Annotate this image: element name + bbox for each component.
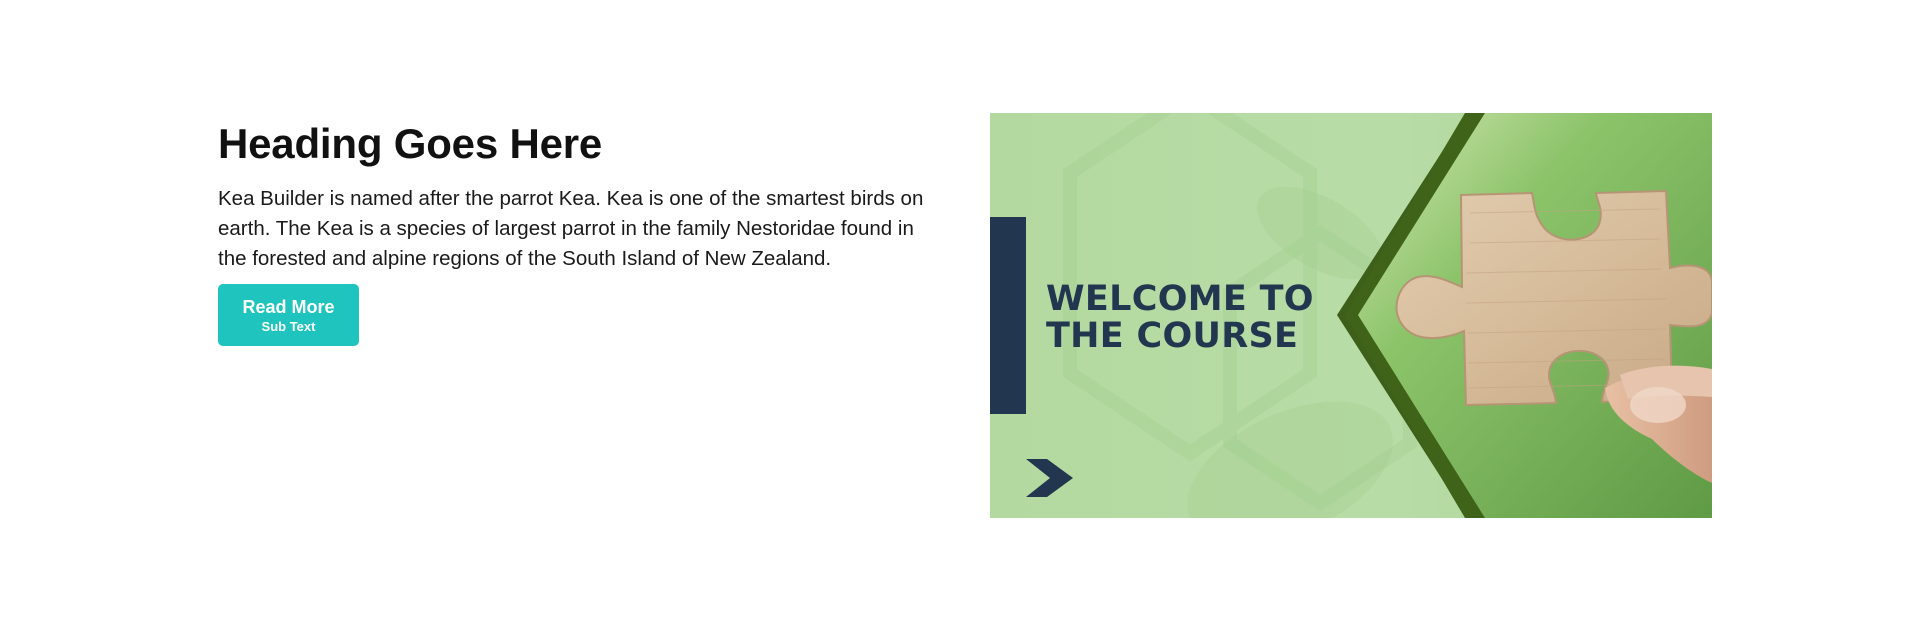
navy-accent-bar: [990, 217, 1026, 414]
banner-title-line1: WELCOME TO: [1046, 279, 1314, 319]
banner-title: WELCOME TO THE COURSE: [1046, 281, 1314, 355]
course-banner-image: WELCOME TO THE COURSE: [990, 113, 1712, 518]
content-section: Heading Goes Here Kea Builder is named a…: [0, 0, 1920, 642]
read-more-sublabel: Sub Text: [261, 318, 316, 334]
section-heading: Heading Goes Here: [218, 120, 603, 167]
chevron-right-icon: [1026, 459, 1073, 497]
read-more-label: Read More: [242, 296, 335, 317]
text-column: Heading Goes Here Kea Builder is named a…: [218, 118, 938, 346]
banner-title-line2: THE COURSE: [1046, 316, 1299, 356]
read-more-button[interactable]: Read More Sub Text: [218, 284, 359, 346]
section-paragraph: Kea Builder is named after the parrot Ke…: [218, 187, 924, 270]
